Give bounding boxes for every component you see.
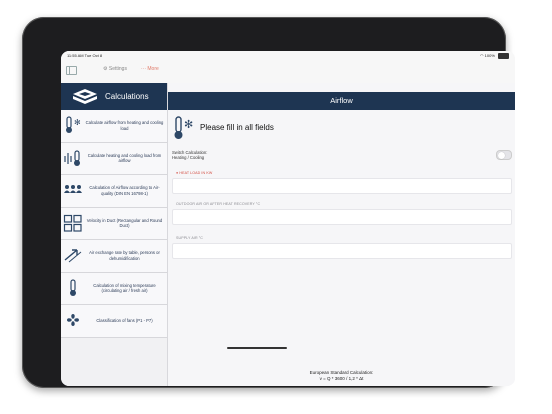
switch-value: Heating / Cooling: [172, 155, 205, 161]
menu-label: Velocity in Duct (Rectangular and Round …: [86, 217, 163, 228]
field-label-heat-load: HEAT LOAD IN KW: [179, 171, 213, 175]
field-label-supply-air: SUPPLY AIR °C: [176, 236, 203, 240]
more-button[interactable]: ··· More: [141, 66, 159, 72]
footer-formula: v = Q * 3600 / 1,2 * Δt: [319, 376, 364, 382]
heat-load-input[interactable]: [172, 178, 512, 194]
status-date: Tue Oct 8: [84, 53, 103, 58]
menu-label: Calculation of mixing temperature (circu…: [93, 282, 156, 293]
required-dot-icon: ●: [176, 171, 179, 175]
status-bar: 11:55 AM Tue Oct 8 ◠ 100%: [61, 51, 515, 60]
duct-grid-icon: [63, 214, 82, 232]
menu-label: Calculate airflow from heating and cooli…: [85, 120, 164, 131]
app-logo-icon: [73, 89, 97, 104]
menu-item-classification-of-fans[interactable]: Classification of fans (P1 - P7): [61, 305, 167, 338]
menu-item-air-exchange-rate[interactable]: Air exchange rate by table, persons or d…: [61, 240, 167, 273]
battery-icon: [498, 53, 509, 59]
calculation-toggle[interactable]: [496, 150, 512, 160]
main-content: Airflow ✻ Please fill in all fields Swit…: [168, 83, 515, 386]
airflow-thermometer-icon: [64, 149, 80, 166]
menu-label: Calculate heating and cooling load from …: [87, 152, 162, 163]
mixing-thermometer-icon: [70, 278, 76, 296]
air-arrows-icon: [64, 249, 82, 263]
svg-text:✻: ✻: [184, 118, 193, 131]
top-bar: ⚙ Settings ··· More: [61, 60, 515, 83]
thermometer-snowflake-icon: ✻: [66, 116, 81, 133]
supply-air-input[interactable]: [172, 243, 512, 259]
instruction-text: Please fill in all fields: [200, 123, 274, 132]
ipad-frame: 11:55 AM Tue Oct 8 ◠ 100% ⚙ Settings ···…: [22, 17, 515, 388]
sidebar-toggle-icon[interactable]: [66, 66, 77, 75]
menu-item-air-quality[interactable]: Calculation of Airflow according to Air-…: [61, 175, 167, 208]
settings-button[interactable]: ⚙ Settings: [103, 66, 127, 72]
status-time: 11:55 AM: [67, 53, 84, 58]
menu-list: ✻ Calculate airflow from heating and coo…: [61, 110, 167, 338]
people-icon: [64, 185, 82, 193]
sidebar: Calculations ✻ Calculate airflow from he…: [61, 83, 168, 386]
field-label-outdoor-air: OUTDOOR AIR OR AFTER HEAT RECOVERY °C: [176, 202, 261, 206]
menu-item-airflow-from-load[interactable]: ✻ Calculate airflow from heating and coo…: [61, 110, 167, 143]
menu-item-velocity-in-duct[interactable]: Velocity in Duct (Rectangular and Round …: [61, 207, 167, 240]
formula-footer: European Standard Calculation: v = Q * 3…: [168, 370, 515, 382]
menu-label: Air exchange rate by table, persons or d…: [89, 250, 160, 261]
sidebar-title: Calculations: [105, 92, 149, 101]
screen: 11:55 AM Tue Oct 8 ◠ 100% ⚙ Settings ···…: [61, 51, 515, 386]
battery-percent: 100%: [484, 53, 495, 59]
menu-item-mixing-temperature[interactable]: Calculation of mixing temperature (circu…: [61, 272, 167, 305]
home-indicator: [227, 347, 287, 349]
menu-item-load-from-airflow[interactable]: Calculate heating and cooling load from …: [61, 142, 167, 175]
fan-icon: [67, 314, 79, 326]
page-title: Airflow: [168, 92, 515, 110]
svg-text:✻: ✻: [74, 118, 81, 127]
menu-label: Calculation of Airflow according to Air-…: [89, 185, 160, 196]
wifi-icon: ◠: [480, 53, 484, 59]
menu-label: Classification of fans (P1 - P7): [96, 317, 153, 323]
thermometer-snowflake-icon: ✻: [174, 116, 193, 139]
outdoor-air-input[interactable]: [172, 209, 512, 225]
sidebar-header: Calculations: [61, 83, 167, 110]
